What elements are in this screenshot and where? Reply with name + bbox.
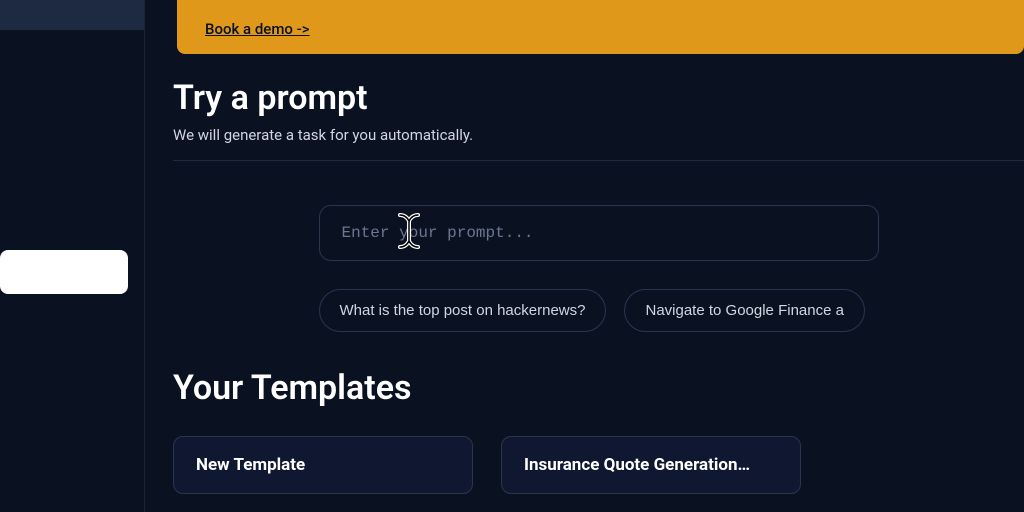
suggestion-chip[interactable]: Navigate to Google Finance a [624, 289, 864, 332]
prompt-input[interactable] [319, 205, 879, 261]
promo-banner: Book a demo -> [177, 0, 1024, 54]
prompt-section-subtitle: We will generate a task for you automati… [173, 126, 1024, 144]
prompt-section-title: Try a prompt [173, 78, 1024, 118]
main-content: Book a demo -> Try a prompt We will gene… [145, 0, 1024, 512]
prompt-area: What is the top post on hackernews? Navi… [173, 205, 1024, 332]
template-card[interactable]: Insurance Quote Generation… [501, 436, 801, 494]
suggestion-chip[interactable]: What is the top post on hackernews? [319, 289, 607, 332]
sidebar-top-block [0, 0, 144, 30]
sidebar [0, 0, 145, 512]
template-cards: New Template Insurance Quote Generation… [173, 436, 1024, 494]
templates-section-title: Your Templates [173, 368, 1024, 408]
template-card-label: Insurance Quote Generation… [524, 455, 778, 475]
prompt-input-wrapper [319, 205, 879, 261]
template-card-label: New Template [196, 455, 450, 475]
section-divider [173, 160, 1024, 161]
new-template-card[interactable]: New Template [173, 436, 473, 494]
sidebar-active-item[interactable] [0, 250, 128, 294]
prompt-suggestions: What is the top post on hackernews? Navi… [319, 289, 879, 332]
book-demo-link[interactable]: Book a demo -> [205, 20, 310, 38]
